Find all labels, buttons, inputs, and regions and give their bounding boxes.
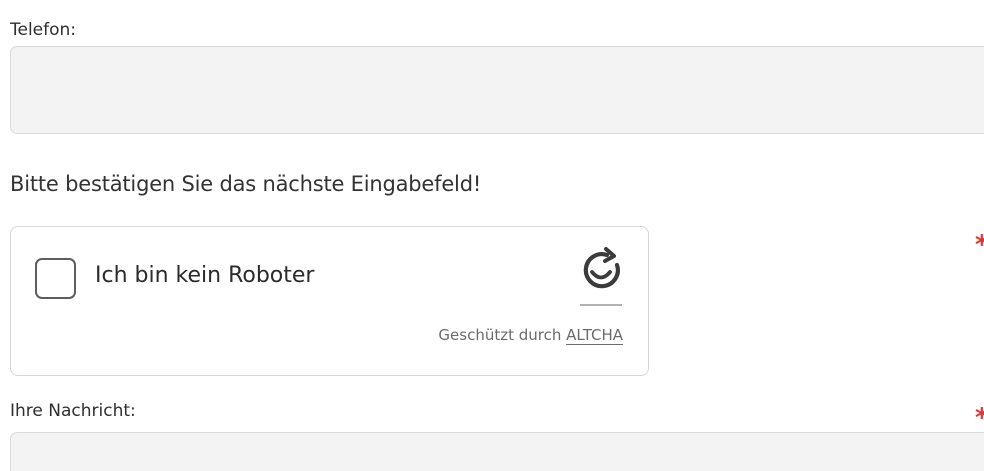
phone-label: Telefon: <box>10 20 77 40</box>
captcha-required-marker: * <box>975 232 984 258</box>
altcha-footer: Geschützt durch ALTCHA <box>438 326 623 344</box>
altcha-logo-icon <box>580 247 622 306</box>
altcha-link[interactable]: ALTCHA <box>566 326 623 344</box>
message-label: Ihre Nachricht: <box>10 401 136 421</box>
captcha-checkbox-label[interactable]: Ich bin kein Roboter <box>95 263 314 288</box>
message-field[interactable] <box>10 432 984 471</box>
confirm-notice: Bitte bestätigen Sie das nächste Eingabe… <box>10 172 482 196</box>
message-required-marker: * <box>975 405 984 431</box>
altcha-widget: Ich bin kein Roboter Geschützt durch ALT… <box>10 226 649 376</box>
captcha-checkbox[interactable] <box>35 258 76 299</box>
phone-field[interactable] <box>10 46 984 134</box>
protected-by-text: Geschützt durch <box>438 326 562 344</box>
